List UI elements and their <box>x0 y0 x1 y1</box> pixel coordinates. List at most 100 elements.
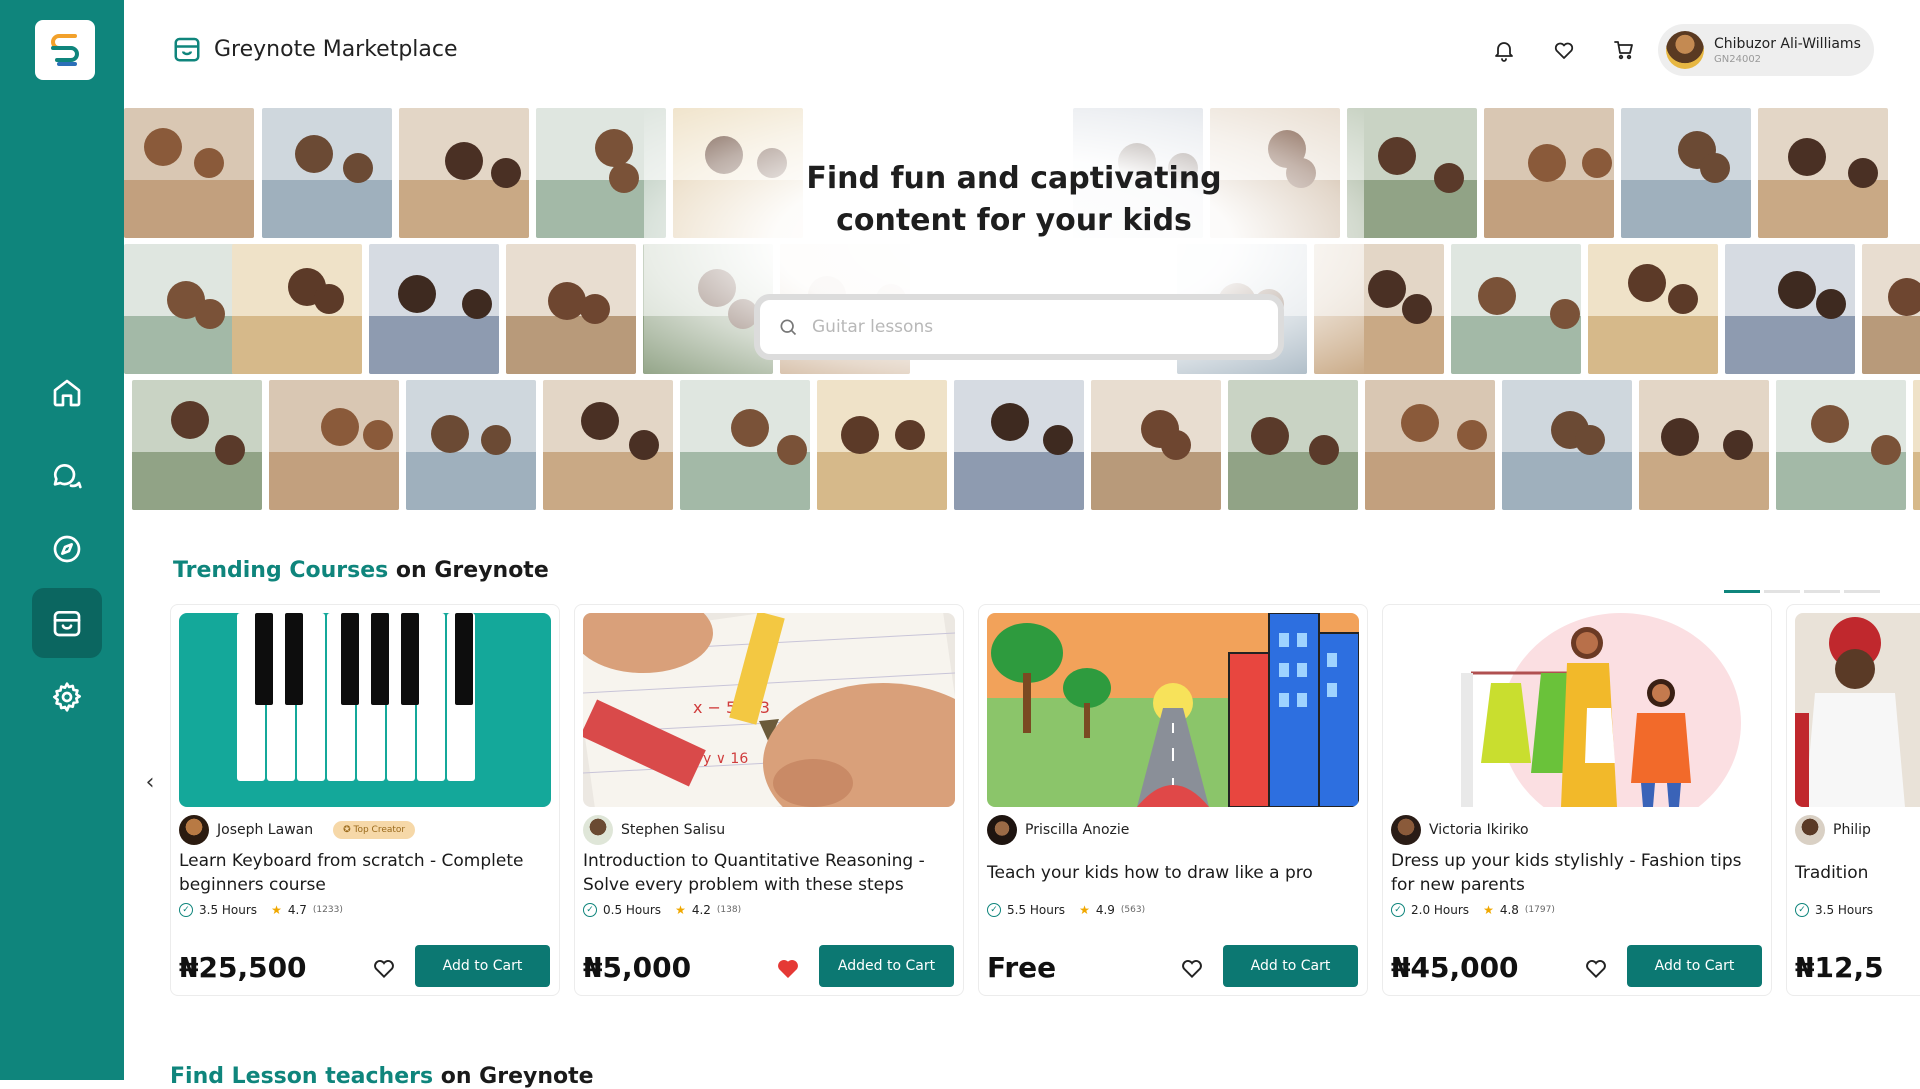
course-author[interactable]: Victoria Ikiriko <box>1391 815 1529 845</box>
author-name: Joseph Lawan <box>217 822 314 838</box>
photo-shape <box>595 129 633 167</box>
sidebar-item-settings[interactable] <box>32 662 102 732</box>
photo-shape <box>543 451 673 510</box>
course-rating: 4.2 <box>691 903 711 917</box>
photo-shape <box>431 415 469 453</box>
sidebar-item-home[interactable] <box>32 358 102 428</box>
course-card[interactable]: Philip Tradition ✓ 3.5 Hours ₦12,5 <box>1786 604 1920 996</box>
course-card[interactable]: Priscilla Anozie Teach your kids how to … <box>978 604 1368 996</box>
photo-shape <box>841 416 879 454</box>
photo-shape <box>1550 299 1580 329</box>
clock-check-icon: ✓ <box>1795 903 1809 917</box>
photo-shape <box>171 401 209 439</box>
hero-photo-tile <box>680 380 810 510</box>
user-profile-menu[interactable]: Chibuzor Ali-Williams GN24002 <box>1658 24 1874 76</box>
favorite-button[interactable] <box>1583 955 1611 983</box>
hero-photo-tile <box>1228 380 1358 510</box>
photo-shape <box>262 179 392 238</box>
hero-title-line1: Find fun and captivating <box>806 161 1222 196</box>
hero-photo-tile <box>1502 380 1632 510</box>
carousel-dot[interactable] <box>1724 590 1760 593</box>
photo-shape <box>1502 451 1632 510</box>
carousel-pagination[interactable] <box>1724 590 1880 593</box>
photo-shape <box>1161 430 1191 460</box>
course-author[interactable]: Stephen Salisu <box>583 815 725 845</box>
badge-label: Top Creator <box>353 825 406 835</box>
hero-photo-tile <box>1913 380 1920 510</box>
favorite-button[interactable] <box>1179 955 1207 983</box>
sidebar-item-marketplace[interactable] <box>32 588 102 658</box>
photo-shape <box>1228 451 1358 510</box>
course-card[interactable]: x − 5 = 3y ∨ 16 Stephen Salisu Introduct… <box>574 604 964 996</box>
course-hours: 0.5 Hours <box>603 903 662 917</box>
brand[interactable]: Greynote Marketplace <box>172 34 458 64</box>
photo-shape <box>1848 158 1878 188</box>
course-author[interactable]: Philip <box>1795 815 1871 845</box>
favorite-button[interactable] <box>371 955 399 983</box>
carousel-dot[interactable] <box>1844 590 1880 593</box>
added-to-cart-button[interactable]: Added to Cart <box>819 945 954 987</box>
course-title[interactable]: Teach your kids how to draw like a pro <box>987 861 1362 885</box>
user-name: Chibuzor Ali-Williams <box>1714 35 1861 52</box>
search-input[interactable] <box>812 317 1232 337</box>
cart-button[interactable] <box>1610 36 1638 64</box>
wishlist-button[interactable] <box>1550 36 1578 64</box>
photo-shape <box>777 435 807 465</box>
course-title[interactable]: Learn Keyboard from scratch - Complete b… <box>179 849 554 897</box>
course-author[interactable]: Priscilla Anozie <box>987 815 1129 845</box>
sidebar-item-explore[interactable] <box>32 514 102 584</box>
sidebar-item-messages[interactable] <box>32 440 102 510</box>
hero-photo-tile <box>1758 108 1888 238</box>
heart-icon <box>1586 959 1606 979</box>
course-review-count: (1233) <box>312 905 343 915</box>
course-review-count: (1797) <box>1524 905 1555 915</box>
photo-shape <box>232 315 362 374</box>
carousel-dot[interactable] <box>1804 590 1840 593</box>
course-title[interactable]: Dress up your kids stylishly - Fashion t… <box>1391 849 1766 897</box>
heart-filled-icon <box>778 959 798 979</box>
course-price: Free <box>987 951 1057 984</box>
hero-photo-tile <box>543 380 673 510</box>
photo-shape <box>1457 420 1487 450</box>
favorite-button[interactable] <box>775 955 803 983</box>
notifications-button[interactable] <box>1490 36 1518 64</box>
course-rating: 4.9 <box>1095 903 1115 917</box>
gear-icon <box>53 682 81 712</box>
author-avatar <box>987 815 1017 845</box>
course-card[interactable]: Victoria Ikiriko Dress up your kids styl… <box>1382 604 1772 996</box>
course-author[interactable]: Joseph Lawan ✪ Top Creator <box>179 815 416 845</box>
avatar <box>1666 31 1704 69</box>
photo-shape <box>506 315 636 374</box>
photo-shape <box>1700 153 1730 183</box>
hero-photo-tile <box>817 380 947 510</box>
hero-photo-tile <box>132 380 262 510</box>
course-review-count: (138) <box>716 905 742 915</box>
hero-title-line2: content for your kids <box>836 203 1192 238</box>
clock-check-icon: ✓ <box>987 903 1001 917</box>
add-to-cart-button[interactable]: Add to Cart <box>1223 945 1358 987</box>
course-review-count: (563) <box>1120 905 1146 915</box>
app-logo[interactable] <box>35 20 95 80</box>
hero-banner: Find fun and captivating content for you… <box>124 108 1920 513</box>
hero-photo-tile <box>262 108 392 238</box>
photo-shape <box>1639 451 1769 510</box>
carousel-prev-button[interactable]: ‹ <box>138 770 162 795</box>
photo-shape <box>314 284 344 314</box>
course-title[interactable]: Tradition <box>1795 861 1920 885</box>
photo-shape <box>1661 418 1699 456</box>
author-avatar <box>1391 815 1421 845</box>
photo-shape <box>1091 451 1221 510</box>
add-to-cart-button[interactable]: Add to Cart <box>415 945 550 987</box>
search-bar[interactable] <box>754 294 1284 360</box>
author-avatar <box>583 815 613 845</box>
course-title[interactable]: Introduction to Quantitative Reasoning -… <box>583 849 958 897</box>
photo-shape <box>1434 163 1464 193</box>
store-icon <box>174 37 200 62</box>
course-price: ₦12,5 <box>1795 951 1884 984</box>
photo-shape <box>195 299 225 329</box>
hero-photo-tile <box>1091 380 1221 510</box>
carousel-dot[interactable] <box>1764 590 1800 593</box>
add-to-cart-button[interactable]: Add to Cart <box>1627 945 1762 987</box>
course-card[interactable]: Joseph Lawan ✪ Top Creator Learn Keyboar… <box>170 604 560 996</box>
photo-shape <box>731 409 769 447</box>
